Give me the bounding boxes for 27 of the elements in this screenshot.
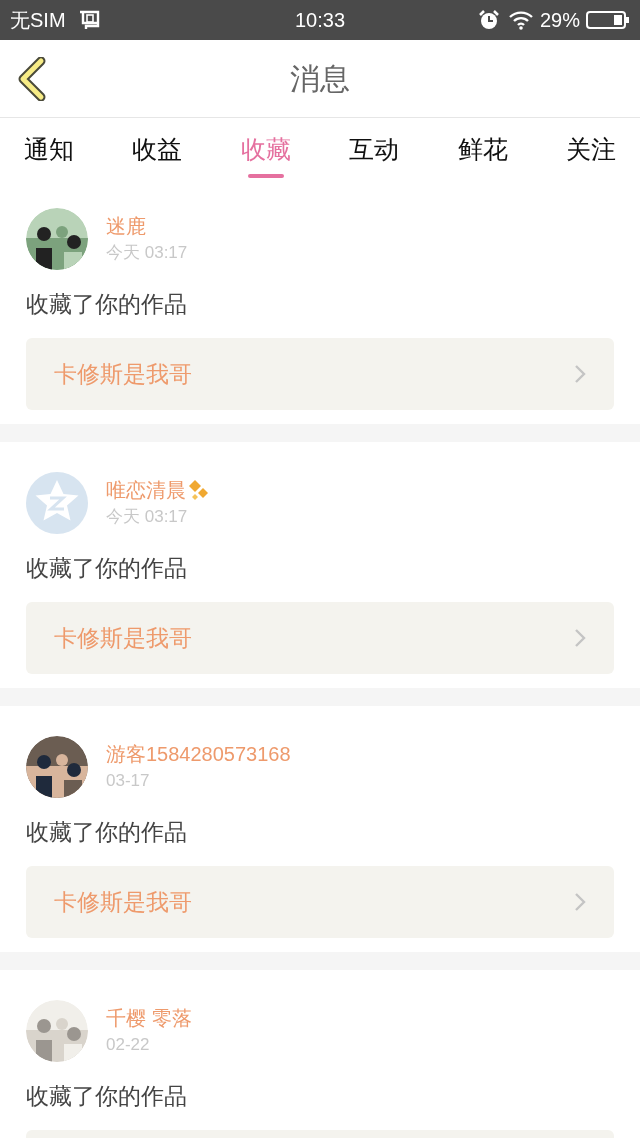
back-button[interactable] (16, 56, 48, 102)
battery-icon (586, 10, 630, 30)
tab-indicator (247, 174, 284, 178)
tab[interactable]: 收益 (132, 128, 183, 172)
page-title: 消息 (290, 61, 350, 97)
message-text: 收藏了你的作品 (26, 818, 188, 847)
user-name: 迷鹿 (106, 214, 146, 239)
tab[interactable]: 互动 (349, 128, 400, 172)
wifi-icon (507, 10, 534, 30)
sim-icon (77, 10, 100, 30)
alarm-icon (477, 9, 500, 31)
message-text: 收藏了你的作品 (26, 290, 188, 319)
tab[interactable]: 通知 (24, 128, 74, 172)
user-name: 游客1584280573168 (106, 742, 291, 767)
default-avatar-icon (26, 472, 88, 534)
battery-text: 29% (539, 8, 580, 33)
tab[interactable]: 鲜花 (457, 128, 508, 172)
message-text: 收藏了你的作品 (26, 554, 188, 583)
clock-text: 10:33 (293, 8, 347, 33)
carrier-text: 无SIM (10, 8, 66, 33)
chevron-icon (574, 628, 586, 648)
chevron-icon (574, 364, 586, 384)
tab[interactable]: 关注 (565, 128, 616, 172)
message-text: 收藏了你的作品 (26, 1082, 188, 1111)
user-name: 唯恋清晨 (106, 478, 186, 503)
chevron-icon (574, 892, 586, 912)
user-name: 千樱 零落 (106, 1006, 192, 1031)
